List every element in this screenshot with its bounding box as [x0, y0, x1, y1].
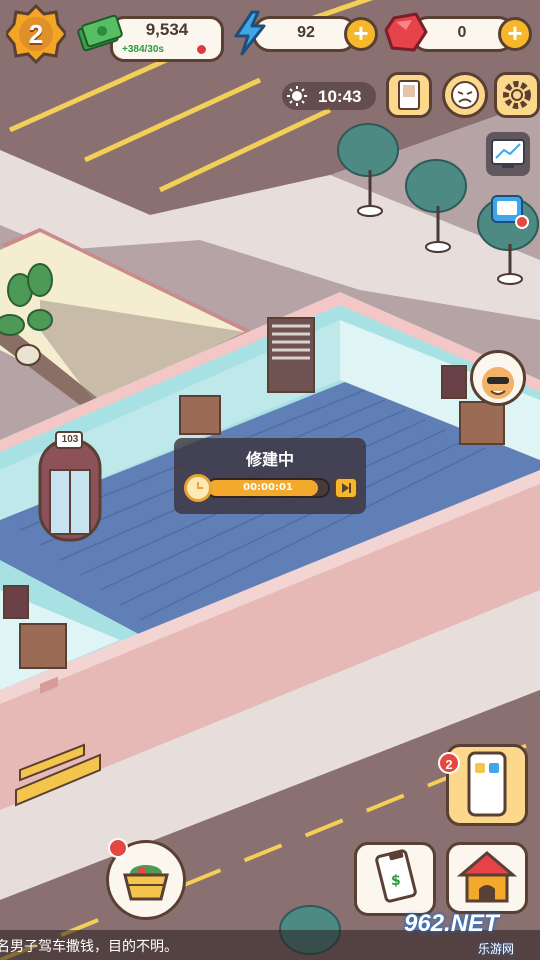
- sun-icon: [287, 86, 307, 106]
- gem-amount: 0: [457, 24, 467, 41]
- clipboard-icon: $: [375, 849, 417, 903]
- construction-timer: 00:00:01: [243, 482, 293, 493]
- skip-icon: [342, 483, 351, 493]
- gear-icon: [503, 81, 531, 109]
- energy-amount: 92: [297, 24, 315, 41]
- mood-button[interactable]: [442, 72, 488, 118]
- cash-income-rate: +384/30s: [122, 44, 164, 55]
- settings-button[interactable]: [494, 72, 540, 118]
- cash-alert-dot: [196, 44, 207, 55]
- game-clock: 10:43: [318, 87, 362, 106]
- door-number-sign: 103: [61, 434, 79, 445]
- cash-amount: 9,534: [145, 20, 189, 39]
- svg-text:$: $: [391, 873, 401, 889]
- news-ticker-text: 名男子驾车撒钱，目的不明。: [0, 938, 178, 954]
- visitor-avatar[interactable]: [470, 350, 526, 406]
- watermark-sub: 乐游网: [478, 942, 515, 956]
- alarm-icon: [491, 195, 529, 229]
- phone-notification-badge: 2: [438, 752, 460, 774]
- watermark-logo: 962.NET: [404, 910, 499, 937]
- face-icon: [451, 81, 479, 109]
- level-number: 2: [28, 18, 44, 49]
- shop-notification-dot: [108, 838, 128, 858]
- tv-stats-button[interactable]: [486, 132, 530, 176]
- add-gems-button[interactable]: +: [498, 17, 532, 51]
- journal-button[interactable]: [386, 72, 432, 118]
- skip-construction-button[interactable]: [334, 477, 358, 499]
- add-energy-button[interactable]: +: [344, 17, 378, 51]
- doghouse-button[interactable]: [446, 842, 528, 914]
- doghouse-icon: [456, 851, 518, 903]
- ad-tv-button[interactable]: [486, 188, 530, 232]
- tasks-button[interactable]: $: [354, 842, 436, 916]
- construction-status: 修建中: [245, 452, 294, 469]
- tv-icon: [491, 139, 525, 168]
- phone-icon: [467, 751, 507, 817]
- clock-icon: [184, 474, 212, 502]
- journal-icon: [398, 80, 420, 110]
